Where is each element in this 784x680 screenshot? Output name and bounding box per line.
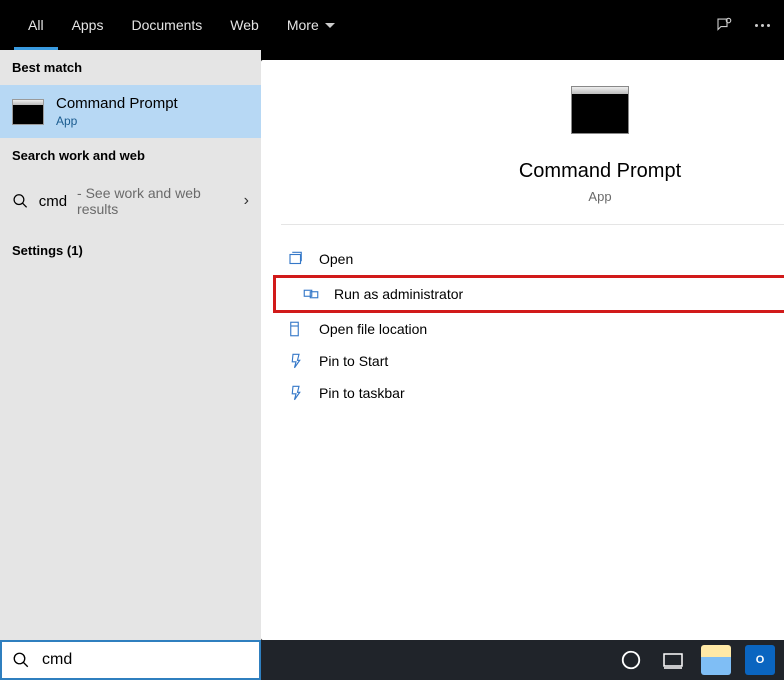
preview-pane-outer: Command Prompt App Open Run as administr…	[261, 50, 784, 680]
action-run-as-administrator[interactable]: Run as administrator	[276, 278, 784, 310]
preview-subtitle: App	[588, 189, 611, 204]
best-match-subtitle: App	[56, 114, 178, 128]
action-open-loc-label: Open file location	[319, 321, 427, 337]
command-prompt-icon	[12, 99, 44, 125]
feedback-icon[interactable]	[715, 16, 733, 34]
chevron-down-icon	[325, 23, 335, 28]
taskbar-file-explorer[interactable]	[701, 645, 731, 675]
search-box[interactable]	[0, 640, 261, 680]
search-work-web-header: Search work and web	[0, 138, 261, 173]
search-web-hint: - See work and web results	[77, 185, 234, 217]
action-pin-to-taskbar[interactable]: Pin to taskbar	[261, 377, 784, 409]
pin-icon	[287, 352, 305, 370]
action-open-file-location[interactable]: Open file location	[261, 313, 784, 345]
taskbar-outlook[interactable]: O	[745, 645, 775, 675]
search-web-row[interactable]: cmd - See work and web results ›	[0, 173, 261, 229]
highlight-annotation: Run as administrator	[273, 275, 784, 313]
search-icon	[12, 192, 29, 210]
action-open[interactable]: Open	[261, 243, 784, 275]
folder-icon	[287, 320, 305, 338]
search-input[interactable]	[42, 651, 249, 669]
settings-header[interactable]: Settings (1)	[0, 229, 261, 272]
search-icon	[12, 651, 30, 669]
tab-more[interactable]: More	[273, 0, 349, 50]
shield-icon	[302, 285, 320, 303]
preview-actions: Open Run as administrator Open file loca…	[261, 225, 784, 409]
action-pin-taskbar-label: Pin to taskbar	[319, 385, 405, 401]
tab-web[interactable]: Web	[216, 0, 273, 50]
task-view-icon[interactable]	[659, 646, 687, 674]
best-match-title: Command Prompt	[56, 95, 178, 112]
taskbar: O T W	[261, 640, 784, 680]
preview-title: Command Prompt	[519, 160, 681, 183]
command-prompt-icon	[571, 86, 629, 134]
preview-pane: Command Prompt App Open Run as administr…	[261, 60, 784, 640]
tab-more-label: More	[287, 17, 319, 33]
action-pin-to-start[interactable]: Pin to Start	[261, 345, 784, 377]
search-filter-tabbar: All Apps Documents Web More	[0, 0, 784, 50]
best-match-header: Best match	[0, 50, 261, 85]
more-options-icon[interactable]	[755, 24, 770, 27]
action-pin-start-label: Pin to Start	[319, 353, 388, 369]
best-match-item[interactable]: Command Prompt App	[0, 85, 261, 138]
open-icon	[287, 250, 305, 268]
chevron-right-icon: ›	[244, 192, 249, 210]
pin-icon	[287, 384, 305, 402]
action-open-label: Open	[319, 251, 353, 267]
action-run-admin-label: Run as administrator	[334, 286, 463, 302]
search-web-query: cmd	[39, 193, 67, 210]
tab-apps[interactable]: Apps	[58, 0, 118, 50]
preview-hero: Command Prompt App	[281, 60, 784, 225]
results-pane: Best match Command Prompt App Search wor…	[0, 50, 261, 680]
tab-all[interactable]: All	[14, 0, 58, 50]
tab-documents[interactable]: Documents	[117, 0, 216, 50]
cortana-icon[interactable]	[617, 646, 645, 674]
